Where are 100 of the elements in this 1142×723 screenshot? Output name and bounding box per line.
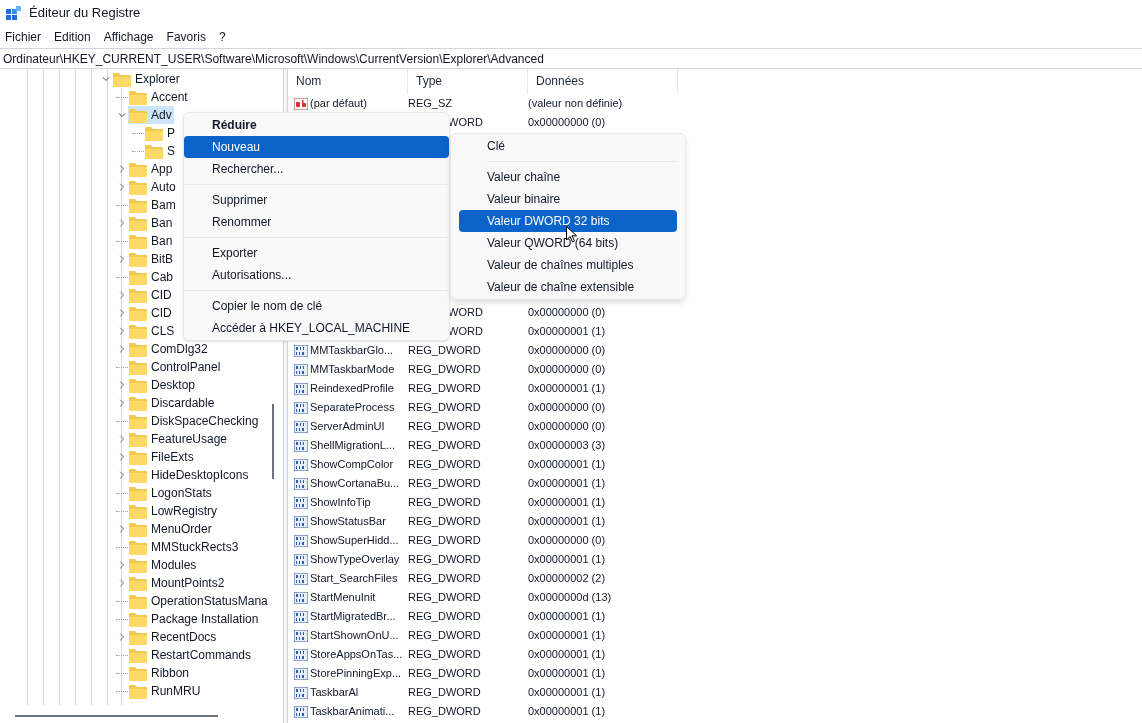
folder-icon	[129, 521, 147, 537]
tree-item[interactable]: S	[144, 142, 177, 160]
folder-icon	[129, 593, 147, 609]
folder-icon	[129, 647, 147, 663]
context-menu-item[interactable]: Autorisations...	[184, 264, 449, 286]
tree-item-label: Discardable	[151, 395, 215, 412]
menu-bar-item[interactable]: Favoris	[166, 28, 206, 46]
tree-item-label: HideDesktopIcons	[151, 467, 249, 484]
tree-item[interactable]: DiskSpaceChecking	[128, 412, 261, 430]
tree-item[interactable]: MMStuckRects3	[128, 538, 241, 556]
tree-item-label: MountPoints2	[151, 575, 225, 592]
tree-item[interactable]: CID	[128, 304, 174, 322]
tree-item[interactable]: Explorer	[112, 70, 182, 88]
value-name: ShowInfoTip	[310, 495, 371, 511]
tree-item[interactable]: CLS	[128, 322, 177, 340]
tree-item[interactable]: RestartCommands	[128, 646, 254, 664]
tree-item[interactable]: CID	[128, 286, 174, 304]
value-name: StoreAppsOnTas...	[310, 647, 403, 663]
context-menu-item[interactable]: Nouveau	[184, 136, 449, 158]
tree-item-label: CID	[151, 305, 172, 322]
value-data: 0x00000001 (1)	[528, 647, 606, 663]
value-type: REG_DWORD	[408, 344, 481, 357]
tree-item-label: Bam	[151, 197, 176, 214]
folder-icon	[129, 161, 147, 177]
binary-value-icon	[294, 515, 308, 528]
value-type: REG_DWORD	[408, 458, 481, 471]
tree-item[interactable]: Auto	[128, 178, 178, 196]
tree-item[interactable]: App	[128, 160, 175, 178]
folder-icon	[129, 665, 147, 681]
folder-icon	[129, 485, 147, 501]
binary-value-icon	[294, 610, 308, 623]
tree-item[interactable]: Package Installation	[128, 610, 261, 628]
submenu-item[interactable]: Valeur QWORD (64 bits)	[459, 232, 677, 254]
submenu-item[interactable]: Valeur de chaînes multiples	[459, 254, 677, 276]
binary-value-icon	[294, 686, 308, 699]
context-menu-item[interactable]: Accéder à HKEY_LOCAL_MACHINE	[184, 317, 449, 339]
tree-item[interactable]: BitB	[128, 250, 175, 268]
context-menu-item[interactable]: Réduire	[184, 114, 449, 136]
value-type: REG_DWORD	[408, 591, 481, 604]
tree-item[interactable]: HideDesktopIcons	[128, 466, 251, 484]
folder-icon	[145, 143, 163, 159]
context-menu-item[interactable]: Supprimer	[184, 189, 449, 211]
value-data: 0x00000001 (1)	[528, 457, 606, 473]
tree-item[interactable]: Adv	[128, 106, 174, 124]
tree-item[interactable]: Modules	[128, 556, 199, 574]
tree-item-label: Desktop	[151, 377, 196, 394]
tree-item[interactable]: LogonStats	[128, 484, 214, 502]
tree-item[interactable]: RecentDocs	[128, 628, 219, 646]
value-type: REG_DWORD	[408, 496, 481, 509]
context-menu-item[interactable]: Exporter	[184, 242, 449, 264]
folder-icon	[129, 611, 147, 627]
column-header[interactable]: Type	[408, 68, 528, 94]
submenu-item[interactable]: Valeur chaîne	[459, 166, 677, 188]
tree-item[interactable]: Ban	[128, 232, 175, 250]
folder-icon	[129, 575, 147, 591]
context-menu-item[interactable]: Rechercher...	[184, 158, 449, 180]
submenu-item[interactable]: Valeur DWORD 32 bits	[459, 210, 677, 232]
tree-item[interactable]: MountPoints2	[128, 574, 227, 592]
folder-icon	[129, 539, 147, 555]
tree-item[interactable]: Desktop	[128, 376, 198, 394]
binary-value-icon	[294, 420, 308, 433]
tree-item[interactable]: LowRegistry	[128, 502, 220, 520]
column-header[interactable]: Données	[528, 68, 678, 94]
tree-item[interactable]: ControlPanel	[128, 358, 223, 376]
tree-item[interactable]: ComDlg32	[128, 340, 210, 358]
value-data: 0x00000001 (1)	[528, 495, 606, 511]
submenu-item[interactable]: Valeur binaire	[459, 188, 677, 210]
value-name: StartMigratedBr...	[310, 609, 396, 625]
column-header[interactable]: Nom	[288, 68, 408, 94]
tree-item[interactable]: MenuOrder	[128, 520, 214, 538]
tree-item[interactable]: RunMRU	[128, 682, 203, 700]
submenu-item[interactable]: Valeur de chaîne extensible	[459, 276, 677, 298]
address-bar[interactable]: Ordinateur\HKEY_CURRENT_USER\Software\Microsoft\Windows\CurrentVersion\Explorer\Advanced	[0, 48, 1142, 69]
folder-icon	[145, 125, 163, 141]
registry-app-icon	[6, 5, 21, 21]
tree-item[interactable]: Bam	[128, 196, 178, 214]
menu-bar-item[interactable]: ?	[218, 28, 226, 46]
menu-bar-item[interactable]: Affichage	[103, 28, 154, 46]
binary-value-icon	[294, 648, 308, 661]
tree-item[interactable]: Cab	[128, 268, 175, 286]
value-data: 0x00000001 (1)	[528, 609, 606, 625]
value-data: 0x00000001 (1)	[528, 514, 606, 530]
context-menu-item[interactable]: Copier le nom de clé	[184, 295, 449, 317]
submenu-item[interactable]: Clé	[459, 135, 677, 157]
tree-item[interactable]: FileExts	[128, 448, 196, 466]
menu-bar-item[interactable]: Edition	[54, 28, 91, 46]
context-menu-item[interactable]: Renommer	[184, 211, 449, 233]
folder-icon	[129, 359, 147, 375]
tree-item[interactable]: FeatureUsage	[128, 430, 230, 448]
tree-item[interactable]: Discardable	[128, 394, 217, 412]
tree-item[interactable]: P	[144, 124, 177, 142]
tree-item[interactable]: Ribbon	[128, 664, 192, 682]
tree-item[interactable]: OperationStatusMana	[128, 592, 270, 610]
binary-value-icon	[294, 705, 308, 718]
value-data: 0x00000001 (1)	[528, 381, 606, 397]
menu-bar-item[interactable]: Fichier	[5, 28, 41, 46]
tree-item[interactable]: Ban	[128, 214, 175, 232]
binary-value-icon	[294, 401, 308, 414]
tree-item[interactable]: Accent	[128, 88, 190, 106]
value-name: MMTaskbarMode	[310, 362, 395, 378]
